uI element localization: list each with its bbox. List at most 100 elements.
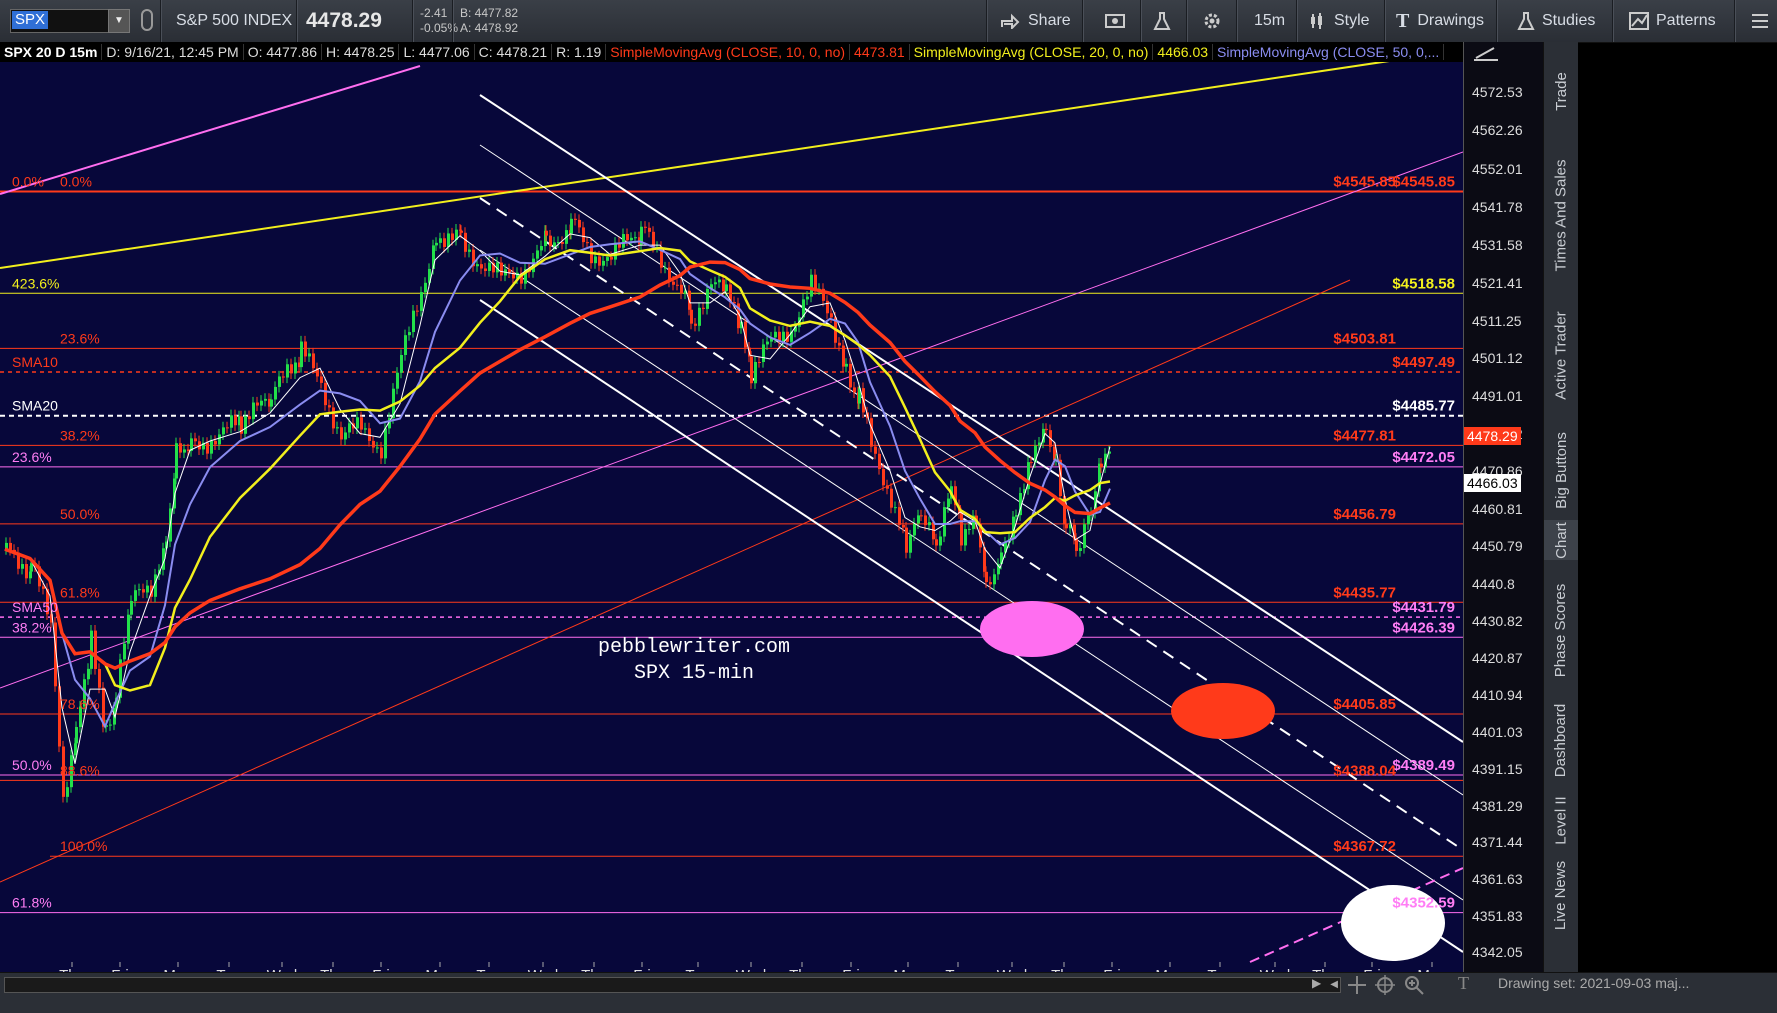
fib-label: 23.6% [60,330,100,346]
candle-body [536,250,539,259]
candle-body [294,362,297,374]
candle-body [94,630,97,670]
candle-body [460,230,463,233]
price-chart[interactable]: 0.0% 0.0%423.6%23.6%SMA10SMA2038.2%23.6%5… [0,42,1463,972]
candle-body [540,246,543,251]
candle-body [782,331,785,342]
price-axis[interactable]: 4572.53 4562.26 4552.01 4541.78 4531.58 4521.… [1463,42,1544,972]
candle-body [578,219,581,228]
candle-body [175,443,178,479]
candle-body [226,427,229,429]
ask-price: A: 4478.92 [460,21,519,35]
side-tab-label: Dashboard [1552,703,1570,777]
fib-label: 100.0% [60,838,107,854]
symbol-value[interactable]: SPX [12,11,49,29]
crosshair-icon[interactable] [1373,973,1397,997]
scroll-left-icon[interactable]: ◀ [1330,978,1338,992]
price-axis-label: 4531.58 [1472,236,1523,253]
side-tab-trade[interactable]: Trade [1544,42,1578,140]
beaker-button[interactable] [1144,0,1180,42]
level-price-label: $4352.59 [1392,895,1455,912]
candle-body [134,590,137,601]
candle-body [814,274,817,290]
side-tab-dashboard[interactable]: Dashboard [1544,700,1578,780]
patterns-button[interactable]: Patterns [1620,0,1724,42]
candle-body [598,256,601,266]
symbol-dropdown-button[interactable]: ▼ [108,9,130,33]
link-icon[interactable] [141,9,153,31]
menu-button[interactable] [1742,0,1777,42]
side-tab-active-trader[interactable]: Active Trader [1544,290,1578,420]
candle-body [943,507,946,537]
drawing-set-label[interactable]: Drawing set: 2021-09-03 maj... [1498,975,1689,991]
candle-body [989,582,992,585]
candle-body [898,507,901,525]
candle-body [21,564,24,569]
side-tab-label: Chart [1552,521,1570,559]
level-price-label: $4435.77 [1333,584,1396,601]
fib-label: SMA20 [12,398,58,414]
candle-body [90,630,93,669]
fib-label: 38.2% [60,427,100,443]
candle-body [424,282,427,293]
studies-button[interactable]: Studies [1508,0,1603,42]
bar-range: R: 1.19 [552,44,607,60]
candle-body [344,432,347,440]
price-axis-label: 4381.29 [1472,797,1523,814]
candle-body [644,226,647,228]
candle-body [404,335,407,356]
candle-body [561,242,564,244]
price-axis-label: 4460.81 [1472,500,1523,517]
level-price-label: $4405.85 [1333,696,1396,713]
candle-body [278,376,281,387]
settings-button[interactable] [1194,0,1230,42]
bid-price: B: 4477.82 [460,6,519,20]
candle-body [222,427,225,435]
price-axis-label: 4552.01 [1472,160,1523,177]
candle-body [964,529,967,546]
level-price-label: $4518.58 [1392,275,1455,292]
chart-symbol-tf: SPX 20 D 15m [0,44,103,60]
candle-body [304,341,307,357]
candle-body [130,600,133,615]
side-tab-label: Trade [1552,71,1570,111]
candle-body [420,292,423,311]
level-price-label: $4388.04 [1333,762,1396,779]
level-price-label: $4503.81 [1333,330,1396,347]
scroll-right-icon[interactable]: ▶ [1312,973,1321,993]
candle-body [630,237,633,241]
zoom-icon[interactable] [1402,973,1426,997]
style-button[interactable]: Style [1300,0,1378,42]
candle-body [66,787,69,797]
candle-body [993,574,996,585]
candle-body [340,427,343,440]
candle-body [360,417,363,430]
drawings-button[interactable]: T Drawings [1388,0,1492,42]
axis-scale-icon[interactable] [1472,44,1502,64]
candle-body [545,230,548,236]
share-button[interactable]: Share [992,0,1079,42]
horizontal-scrollbar[interactable]: ◀ [4,977,1341,993]
bar-low: L: 4477.06 [399,44,475,60]
candle-body [372,440,375,448]
candle-body [750,356,753,384]
candle-body [870,418,873,447]
arrows-icon[interactable] [1345,973,1369,997]
candle-body [9,542,12,550]
side-tab-level-ii[interactable]: Level II [1544,780,1578,860]
level-price-label: $4456.79 [1333,506,1396,523]
candle-body [570,218,573,234]
side-tab-times-and-sales[interactable]: Times And Sales [1544,140,1578,290]
side-tab-chart[interactable]: Chart [1544,520,1578,560]
candle-body [853,387,856,393]
side-tab-phase-scores[interactable]: Phase Scores [1544,560,1578,700]
last-price-tag: 4478.29 [1464,427,1521,445]
candle-body [214,440,217,445]
flexible-grid-button[interactable] [1096,0,1134,42]
net-change: -2.41 [420,6,448,20]
timeframe-button[interactable]: 15m [1246,0,1293,42]
side-tab-live-news[interactable]: Live News [1544,860,1578,930]
gear-icon [1204,13,1220,29]
side-tab-big-buttons[interactable]: Big Buttons [1544,420,1578,520]
candle-body [664,267,667,269]
